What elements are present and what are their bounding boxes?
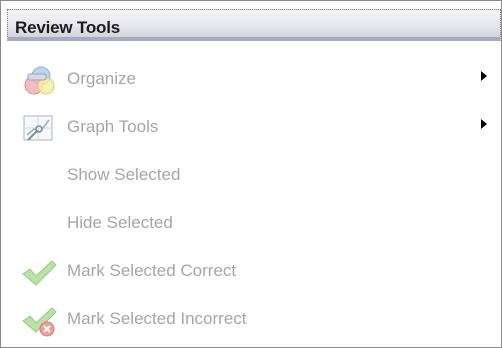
menu-item-hide-selected[interactable]: Hide Selected (1, 200, 501, 248)
menu-list: Organize Graph Tools Show Selected Hide … (1, 56, 501, 344)
checkmark-icon (21, 257, 57, 289)
menu-item-mark-selected-correct[interactable]: Mark Selected Correct (1, 248, 501, 296)
checkmark-with-x-icon (21, 305, 57, 337)
menu-item-show-selected[interactable]: Show Selected (1, 152, 501, 200)
menu-item-label: Show Selected (67, 165, 181, 184)
menu-item-mark-selected-incorrect[interactable]: Mark Selected Incorrect (1, 296, 501, 344)
review-tools-menu-window: Review Tools Organize Graph Tools Show S… (0, 0, 502, 348)
submenu-arrow-icon (481, 71, 487, 81)
menu-item-label: Organize (67, 69, 136, 88)
submenu-arrow-icon (481, 119, 487, 129)
menu-item-label: Graph Tools (67, 117, 159, 136)
menu-title: Review Tools (15, 18, 120, 37)
organize-icon (21, 65, 57, 97)
graph-tools-icon (21, 113, 57, 145)
menu-header: Review Tools (7, 9, 501, 41)
menu-item-label: Mark Selected Correct (67, 261, 237, 280)
menu-item-label: Hide Selected (67, 213, 173, 232)
menu-item-label: Mark Selected Incorrect (67, 309, 247, 328)
menu-item-graph-tools[interactable]: Graph Tools (1, 104, 501, 152)
menu-item-organize[interactable]: Organize (1, 56, 501, 104)
